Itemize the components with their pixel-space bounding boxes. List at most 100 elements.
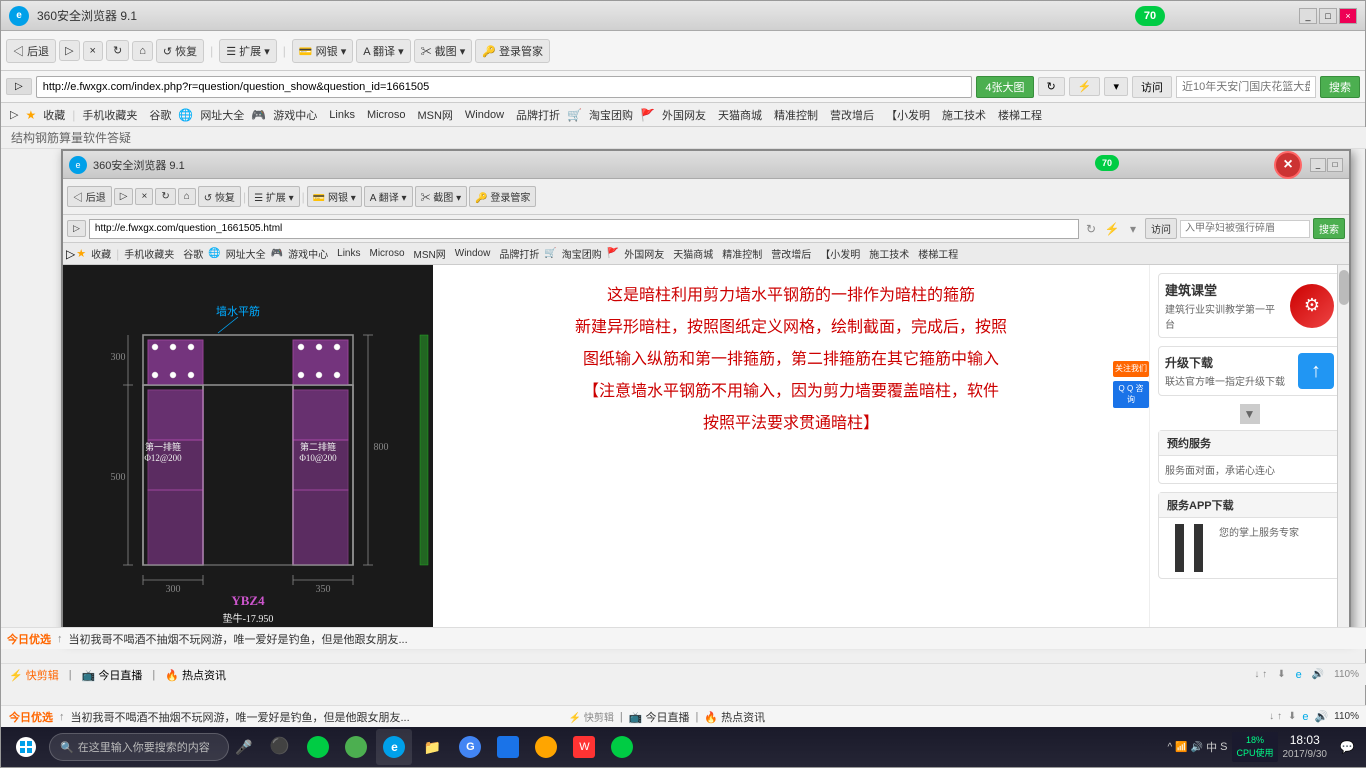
login-btn-outer[interactable]: 🔑 登录管家	[475, 39, 550, 63]
inner-bookmark-arrow[interactable]: ▷	[66, 247, 75, 261]
restore-btn-outer[interactable]: ↺ 恢复	[156, 39, 204, 63]
forward-btn-inner[interactable]: ▷	[114, 188, 134, 205]
outer-minimize-btn[interactable]: _	[1299, 8, 1317, 24]
bookmark-msn[interactable]: MSN网	[412, 106, 457, 124]
inner-minimize-btn[interactable]: _	[1310, 158, 1326, 172]
redian-btn[interactable]: 🔥 热点资讯	[165, 667, 226, 683]
start-button-inner[interactable]	[6, 730, 46, 764]
bookmark-wangzhi[interactable]: 网址大全	[195, 106, 249, 124]
outer-close-btn[interactable]: ×	[1339, 8, 1357, 24]
refresh-icon-inner[interactable]: ↻	[1082, 220, 1100, 238]
inner-bookmark-mobile[interactable]: 手机收藏夹	[120, 245, 178, 262]
bookmark-taobao[interactable]: 淘宝团购	[584, 106, 638, 124]
bookmark-shigong[interactable]: 施工技术	[937, 106, 991, 124]
bookmark-microso[interactable]: Microso	[362, 108, 411, 122]
expand-btn-outer[interactable]: ☰ 扩展 ▾	[219, 39, 277, 63]
bookmark-foreign[interactable]: 外国网友	[657, 106, 711, 124]
inner-app-green2[interactable]	[604, 729, 640, 765]
bookmark-game[interactable]: 游戏中心	[268, 106, 322, 124]
search-input-outer[interactable]	[1176, 76, 1316, 98]
guanzhu-btn[interactable]: 关注我们	[1113, 361, 1149, 377]
bookmark-google[interactable]: 谷歌	[144, 106, 176, 124]
inner-close-circle-btn[interactable]: ×	[1274, 151, 1302, 179]
inner-bookmark-tianmao[interactable]: 天猫商城	[669, 245, 717, 262]
inner-tray-lang[interactable]: 中	[1206, 739, 1217, 755]
netbank-btn-outer[interactable]: 💳 网银 ▾	[292, 39, 353, 63]
visit-btn-outer[interactable]: 访问	[1132, 76, 1172, 98]
inner-bookmark-xiaofaming[interactable]: 【小发明	[816, 245, 864, 262]
inner-news-logo[interactable]: 今日优选	[9, 709, 53, 725]
home-btn-inner[interactable]: ⌂	[178, 188, 196, 205]
taskbar-mic-inner[interactable]: 🎤	[235, 739, 252, 756]
arrow-icon-inner[interactable]: ▾	[1124, 220, 1142, 238]
inner-app-google[interactable]: G	[452, 729, 488, 765]
inner-address-input[interactable]	[89, 219, 1079, 239]
taskbar-search-inner[interactable]: 🔍 在这里输入你要搜索的内容	[49, 733, 229, 761]
inner-scroll-thumb[interactable]	[1339, 270, 1349, 305]
stop-btn-outer[interactable]: ×	[83, 41, 103, 61]
inner-tray-network[interactable]: 📶	[1175, 742, 1187, 753]
notification-btn-inner[interactable]: 💬	[1332, 730, 1362, 764]
bookmark-shoucang[interactable]: 收藏	[38, 106, 70, 124]
inner-app-ie[interactable]: e	[376, 729, 412, 765]
inner-search-btn[interactable]: 搜索	[1313, 218, 1345, 239]
visit-btn-inner[interactable]: 访问	[1145, 218, 1177, 239]
login-btn-inner[interactable]: 🔑 登录管家	[469, 186, 536, 207]
expand-btn-inner[interactable]: ☰ 扩展 ▾	[248, 186, 300, 207]
inner-news-arrow[interactable]: ↑	[59, 711, 65, 723]
bookmark-arrow[interactable]: ▷	[5, 107, 23, 122]
inner-app-orange[interactable]	[528, 729, 564, 765]
inner-maximize-btn[interactable]: □	[1327, 158, 1343, 172]
inner-bookmark-taobao[interactable]: 淘宝团购	[558, 245, 606, 262]
inner-tray-s[interactable]: S	[1220, 741, 1227, 753]
forward-btn-outer[interactable]: ▷	[59, 40, 79, 61]
inner-app-s[interactable]	[300, 729, 336, 765]
qq-zixun-btn[interactable]: Q Q 咨询	[1113, 381, 1149, 408]
inner-app-red[interactable]: W	[566, 729, 602, 765]
search-btn-outer[interactable]: 搜索	[1320, 76, 1360, 98]
bookmark-links[interactable]: Links	[324, 108, 360, 122]
inner-redian-btn[interactable]: 🔥 热点资讯	[704, 709, 765, 725]
inner-app-folder[interactable]: 📁	[414, 729, 450, 765]
bookmark-jingzhun[interactable]: 精准控制	[769, 106, 823, 124]
inner-bookmark-microso[interactable]: Microso	[366, 247, 409, 260]
outer-news-logo[interactable]: 今日优选	[7, 631, 51, 647]
inner-bookmark-window[interactable]: Window	[451, 247, 495, 260]
inner-tab-indicator[interactable]: ▷	[67, 220, 86, 237]
address-input-outer[interactable]	[36, 76, 973, 98]
translate-btn-outer[interactable]: A 翻译 ▾	[356, 39, 410, 63]
back-btn-inner[interactable]: ◁ 后退	[67, 186, 112, 207]
refresh-btn-outer[interactable]: ↻	[106, 40, 129, 61]
inner-bookmark-shigong[interactable]: 施工技术	[865, 245, 913, 262]
bookmark-window[interactable]: Window	[460, 108, 509, 122]
inner-bookmark-google[interactable]: 谷歌	[179, 245, 207, 262]
inner-scrollbar[interactable]	[1337, 265, 1349, 637]
bookmark-mobile[interactable]: 手机收藏夹	[77, 106, 142, 124]
inner-bookmark-shoucang[interactable]: 收藏	[87, 245, 115, 262]
translate-btn-inner[interactable]: A 翻译 ▾	[364, 186, 413, 207]
inner-bookmark-jingzhun[interactable]: 精准控制	[718, 245, 766, 262]
bookmark-xiaofaming[interactable]: 【小发明	[881, 106, 935, 124]
inner-bookmark-luti[interactable]: 楼梯工程	[914, 245, 962, 262]
inner-bookmark-msn[interactable]: MSN网	[410, 245, 450, 262]
inner-bookmark-game[interactable]: 游戏中心	[284, 245, 332, 262]
zoom-btn-outer[interactable]: 4张大图	[976, 76, 1033, 98]
inner-bookmark-wangzhi[interactable]: 网址大全	[222, 245, 270, 262]
inner-app-g[interactable]	[338, 729, 374, 765]
inner-bookmark-foreign[interactable]: 外国网友	[620, 245, 668, 262]
inner-tray-arrow[interactable]: ^	[1168, 742, 1173, 753]
back-btn-outer[interactable]: ◁ 后退	[6, 39, 56, 63]
screenshot-btn-outer[interactable]: ✂ 截图 ▾	[414, 39, 473, 63]
jintian-btn[interactable]: 📺 今日直播	[82, 667, 143, 683]
restore-btn-inner[interactable]: ↺ 恢复	[198, 186, 241, 207]
tab-indicator-outer[interactable]: ▷	[6, 78, 32, 95]
kuaijianji-btn[interactable]: ⚡ 快剪辑	[9, 667, 59, 683]
home-btn-outer[interactable]: ⌂	[132, 41, 153, 61]
lightning-btn-outer[interactable]: ⚡	[1069, 77, 1101, 96]
outer-news-arrow[interactable]: ↑	[57, 633, 63, 645]
screenshot-btn-inner[interactable]: ✂ 截图 ▾	[415, 186, 468, 207]
bookmark-yingzeng[interactable]: 营改增后	[825, 106, 879, 124]
inner-bookmark-yingzeng[interactable]: 营改增后	[767, 245, 815, 262]
inner-bookmark-links[interactable]: Links	[333, 247, 364, 260]
inner-tray-volume[interactable]: 🔊	[1191, 742, 1203, 753]
